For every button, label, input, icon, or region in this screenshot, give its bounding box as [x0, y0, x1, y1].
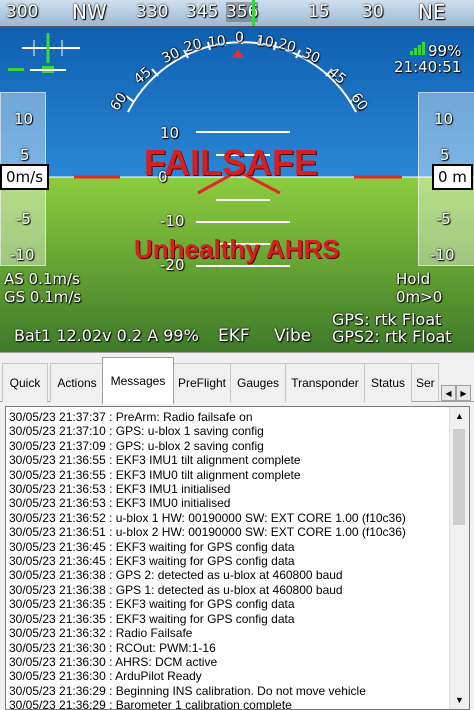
message-line: 30/05/23 21:36:30 : AHRS: DCM active — [9, 654, 218, 669]
message-line: 30/05/23 21:36:30 : RCOut: PWM:1-16 — [9, 640, 216, 655]
alt-tick: 10 — [434, 110, 454, 128]
tab-quick[interactable]: Quick — [2, 363, 48, 402]
message-line: 30/05/23 21:36:45 : EKF3 waiting for GPS… — [9, 539, 295, 554]
roll-label: 0 — [235, 30, 244, 46]
roll-label: 10 — [207, 32, 227, 52]
heading-label: NW — [72, 0, 107, 24]
heading-tape: 300 NW 330 345 356 15 30 NE — [0, 0, 474, 27]
message-line: 30/05/23 21:36:30 : ArduPilot Ready — [9, 669, 202, 684]
message-line: 30/05/23 21:36:52 : u-blox 1 HW: 0019000… — [9, 510, 406, 525]
message-line: 30/05/23 21:36:53 : EKF3 IMU1 initialise… — [9, 482, 231, 497]
scroll-up-icon[interactable]: ▲ — [450, 407, 469, 425]
tab-messages[interactable]: Messages — [102, 357, 174, 404]
heading-label: 345 — [186, 2, 219, 22]
roll-label: 10 — [255, 32, 275, 52]
pitch-label: 10 — [160, 124, 180, 142]
battery-status: Bat1 12.02v 0.2 A 99% — [14, 326, 199, 345]
heading-label: 300 — [6, 2, 39, 22]
alt-tick: 5 — [440, 146, 450, 164]
airspeed: AS 0.1m/s — [4, 270, 80, 288]
speed-tick: -5 — [16, 210, 31, 228]
tab-bar: Quick Actions Messages PreFlight Gauges … — [0, 352, 474, 405]
ahrs-alert: Unhealthy AHRS — [134, 234, 340, 264]
message-line: 30/05/23 21:36:55 : EKF3 IMU1 tilt align… — [9, 453, 301, 468]
tab-gauges[interactable]: Gauges — [230, 363, 286, 402]
messages-list: 30/05/23 21:37:37 : PreArm: Radio failsa… — [9, 410, 449, 710]
clock: 21:40:51 — [394, 58, 462, 76]
tab-status[interactable]: Status — [364, 363, 412, 402]
message-line: 30/05/23 21:36:35 : EKF3 waiting for GPS… — [9, 611, 295, 626]
message-line: 30/05/23 21:36:45 : EKF3 waiting for GPS… — [9, 554, 295, 569]
message-line: 30/05/23 21:36:55 : EKF3 IMU0 tilt align… — [9, 467, 301, 482]
vibe-status[interactable]: Vibe — [274, 326, 311, 346]
tab-actions[interactable]: Actions — [50, 363, 104, 402]
message-line: 30/05/23 21:36:38 : GPS 2: detected as u… — [9, 568, 343, 583]
ekf-status[interactable]: EKF — [218, 326, 250, 346]
speed-readout: 0m/s — [0, 164, 50, 190]
speed-tick: -10 — [10, 246, 35, 264]
heading-label: 15 — [308, 2, 330, 22]
message-line: 30/05/23 21:37:37 : PreArm: Radio failsa… — [9, 410, 253, 424]
tab-transponder[interactable]: Transponder — [285, 363, 365, 402]
scroll-down-icon[interactable]: ▼ — [450, 691, 469, 709]
scroll-thumb[interactable] — [453, 429, 465, 525]
tab-preflight[interactable]: PreFlight — [173, 363, 231, 402]
heading-label: 30 — [362, 2, 384, 22]
vertical-scrollbar[interactable]: ▲ ▼ — [449, 407, 469, 709]
hud-display: 300 NW 330 345 356 15 30 NE 60 45 30 20 … — [0, 0, 474, 352]
tab-servo[interactable]: Ser — [411, 363, 439, 401]
heading-label: NE — [418, 0, 446, 24]
heading-label: 330 — [136, 2, 169, 22]
message-line: 30/05/23 21:37:09 : GPS: u-blox 2 saving… — [9, 438, 264, 453]
alt-tick: -5 — [436, 210, 451, 228]
groundspeed: GS 0.1m/s — [4, 288, 82, 306]
gps2-status: GPS2: rtk Float — [332, 327, 452, 346]
tab-scroll-right-icon[interactable]: ▶ — [456, 385, 471, 401]
messages-list-box[interactable]: 30/05/23 21:37:37 : PreArm: Radio failsa… — [5, 406, 470, 710]
heading-marker-icon — [252, 0, 255, 26]
speed-tick: 10 — [14, 110, 34, 128]
altitude-readout: 0 m — [432, 164, 473, 190]
message-line: 30/05/23 21:36:29 : Beginning INS calibr… — [9, 683, 366, 698]
message-line: 30/05/23 21:36:32 : Radio Failsafe — [9, 626, 193, 641]
flight-mode: Hold — [396, 270, 431, 288]
distance-to-home: 0m>0 — [396, 288, 443, 306]
message-line: 30/05/23 21:36:29 : Barometer 1 calibrat… — [9, 698, 292, 710]
failsafe-alert: FAILSAFE — [144, 142, 319, 183]
messages-panel: 30/05/23 21:37:37 : PreArm: Radio failsa… — [0, 404, 474, 710]
pitch-label: -10 — [160, 212, 185, 230]
tab-scroll-left-icon[interactable]: ◀ — [441, 385, 456, 401]
message-line: 30/05/23 21:36:35 : EKF3 waiting for GPS… — [9, 597, 295, 612]
message-line: 30/05/23 21:36:38 : GPS 1: detected as u… — [9, 582, 343, 597]
message-line: 30/05/23 21:36:53 : EKF3 IMU0 initialise… — [9, 496, 231, 511]
speed-tick: 5 — [20, 146, 30, 164]
message-line: 30/05/23 21:37:10 : GPS: u-blox 1 saving… — [9, 424, 264, 439]
message-line: 30/05/23 21:36:51 : u-blox 2 HW: 0019000… — [9, 525, 406, 540]
alt-tick: -10 — [430, 246, 455, 264]
